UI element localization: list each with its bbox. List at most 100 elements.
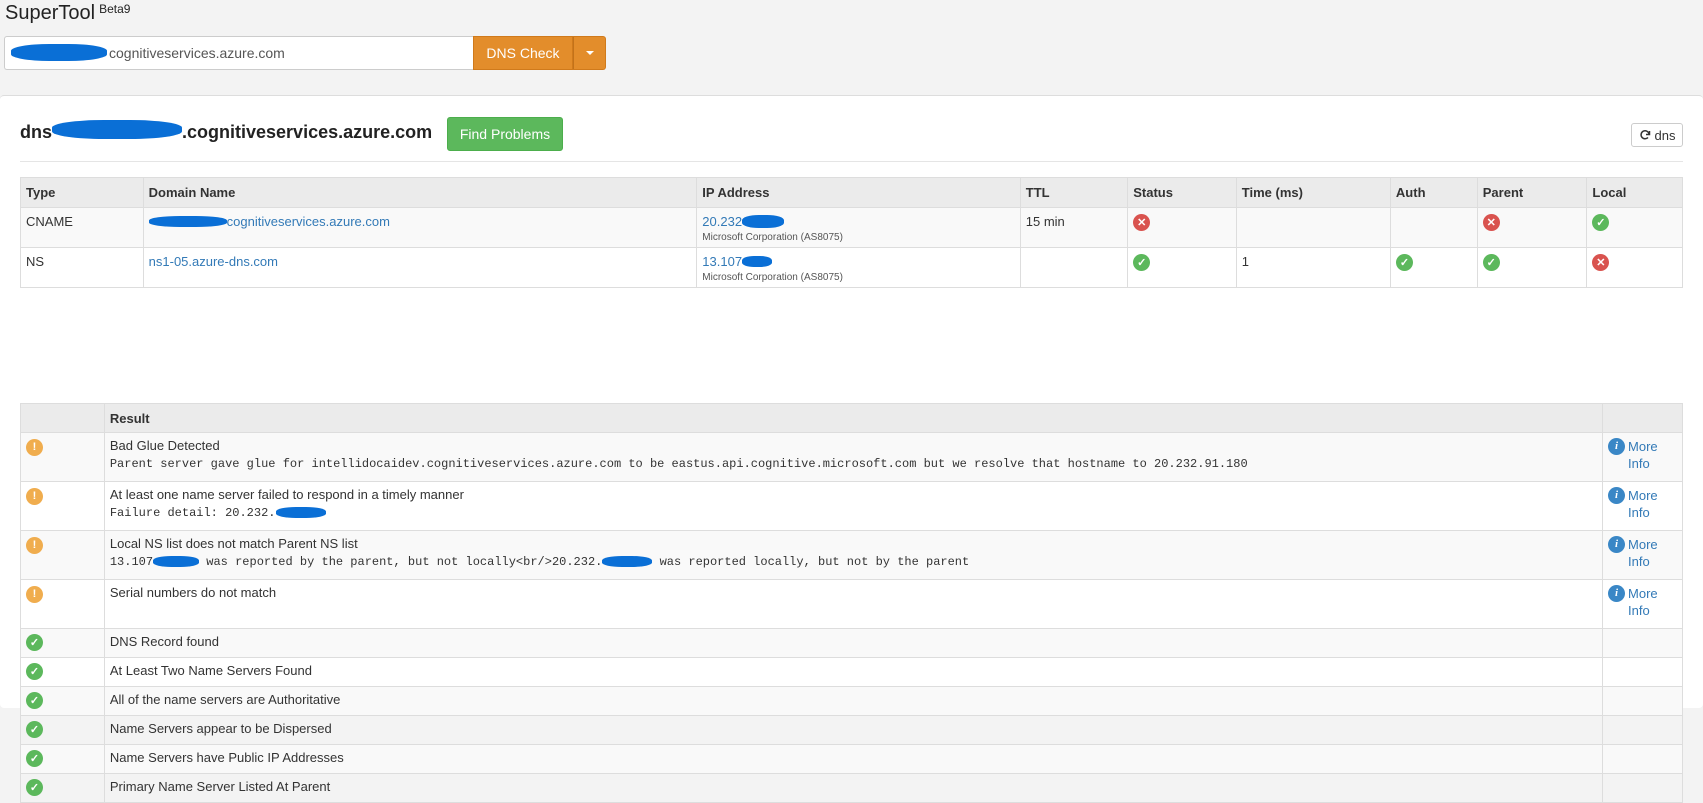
- result-status: ✓: [20, 744, 105, 774]
- result-title: Bad Glue Detected: [109, 438, 220, 453]
- result-status: ✓: [20, 657, 105, 687]
- result-detail-text: 13.107: [109, 555, 154, 569]
- redaction-mark: [602, 556, 653, 567]
- check-icon: ✓: [26, 663, 43, 680]
- dns-check-button[interactable]: DNS Check: [473, 36, 573, 70]
- column-header: Domain Name: [142, 177, 698, 208]
- redaction-mark: [153, 556, 200, 567]
- record-parent: ✓: [1476, 247, 1588, 288]
- record-domain: cognitiveservices.azure.com: [142, 207, 698, 248]
- result-title: Local NS list does not match Parent NS l…: [109, 536, 358, 551]
- refresh-dns-button[interactable]: dns: [1631, 123, 1683, 147]
- check-icon: ✓: [1395, 254, 1413, 271]
- result-detail: Parent server gave glue for intellidocai…: [109, 457, 1248, 471]
- check-icon: ✓: [26, 750, 43, 767]
- more-info-label: More Info: [1628, 586, 1658, 618]
- result-status: ✓: [20, 773, 105, 803]
- result-detail-text: was reported by the parent, but not loca…: [206, 555, 603, 569]
- record-ip-text: 20.232: [702, 214, 743, 229]
- record-domain-text: cognitiveservices.azure.com: [226, 214, 390, 229]
- result-cell: Serial numbers do not match: [103, 579, 1604, 629]
- redaction-mark: [275, 507, 326, 518]
- table-row: ✓ Name Servers appear to be Dispersed: [20, 715, 1683, 745]
- refresh-label: dns: [1654, 127, 1676, 143]
- top-bar: SuperTool Beta9 cognitiveservices.azure.c…: [0, 0, 1703, 86]
- panel-header: dns .cognitiveservices.azure.com Find Pro…: [20, 96, 1683, 162]
- error-icon: ✕: [1592, 254, 1610, 271]
- results-table: Result ! Bad Glue Detected Parent server…: [20, 403, 1683, 803]
- caret-down-icon: [585, 51, 594, 55]
- warning-icon: !: [26, 487, 43, 505]
- ip-owner: Microsoft Corporation (AS8075): [702, 272, 843, 283]
- column-header: Parent: [1476, 177, 1588, 208]
- error-icon: ✕: [1482, 214, 1500, 231]
- record-ip-link[interactable]: 13.107: [702, 254, 773, 269]
- info-icon: i: [1608, 585, 1626, 602]
- table-row: ✓ At Least Two Name Servers Found: [20, 657, 1683, 687]
- redaction-mark: [52, 120, 183, 139]
- table-row: ! Local NS list does not match Parent NS…: [20, 530, 1683, 580]
- more-info-cell: i More Info: [1602, 481, 1683, 531]
- more-info-cell: [1602, 628, 1683, 658]
- result-status: !: [20, 530, 105, 580]
- more-info-link[interactable]: i More Info: [1608, 585, 1677, 619]
- search-input[interactable]: cognitiveservices.azure.com: [4, 36, 473, 70]
- more-info-cell: [1602, 715, 1683, 745]
- more-info-cell: i More Info: [1602, 432, 1683, 482]
- record-type: NS: [20, 247, 144, 288]
- more-info-cell: i More Info: [1602, 530, 1683, 580]
- table-row: ✓ Primary Name Server Listed At Parent: [20, 773, 1683, 803]
- record-ttl: 15 min: [1019, 207, 1129, 248]
- dns-check-dropdown-button[interactable]: [573, 36, 606, 70]
- dns-records-table: Type Domain Name IP Address TTL Status T…: [20, 177, 1683, 288]
- warning-icon: !: [26, 585, 43, 603]
- result-status: ✓: [20, 686, 105, 716]
- result-title: Name Servers appear to be Dispersed: [103, 715, 1604, 745]
- info-icon: i: [1608, 438, 1626, 455]
- table-row: CNAME cognitiveservices.azure.com 20.232…: [20, 207, 1683, 248]
- record-status: ✓: [1127, 247, 1237, 288]
- record-ip-link[interactable]: 20.232: [702, 214, 785, 229]
- table-row: NS ns1-05.azure-dns.com 13.107 Microsoft…: [20, 247, 1683, 288]
- record-domain-link[interactable]: ns1-05.azure-dns.com: [149, 254, 278, 269]
- more-info-link[interactable]: i More Info: [1608, 438, 1677, 472]
- warning-icon: !: [26, 536, 43, 554]
- check-icon: ✓: [26, 721, 43, 738]
- column-header: Result: [103, 403, 1604, 433]
- check-icon: ✓: [1592, 214, 1610, 231]
- result-status: !: [20, 481, 105, 531]
- result-title: Serial numbers do not match: [109, 585, 277, 600]
- search-bar: cognitiveservices.azure.com DNS Check: [4, 36, 606, 70]
- record-time: 1: [1235, 247, 1391, 288]
- more-info-link[interactable]: i More Info: [1608, 536, 1677, 570]
- info-icon: i: [1608, 536, 1626, 553]
- info-column-header: [1602, 403, 1683, 433]
- results-panel: dns .cognitiveservices.azure.com Find Pro…: [0, 95, 1703, 803]
- more-info-label: More Info: [1628, 439, 1658, 471]
- redaction-mark: [742, 215, 785, 228]
- more-info-cell: [1602, 744, 1683, 774]
- status-column-header: [20, 403, 105, 433]
- record-domain-link[interactable]: cognitiveservices.azure.com: [148, 214, 390, 229]
- page-title: dns .cognitiveservices.azure.com: [20, 120, 432, 143]
- find-problems-button[interactable]: Find Problems: [447, 117, 563, 151]
- more-info-cell: [1602, 686, 1683, 716]
- record-auth: [1389, 207, 1478, 248]
- result-status: ✓: [20, 628, 105, 658]
- table-row: ✓ DNS Record found: [20, 628, 1683, 658]
- result-cell: Local NS list does not match Parent NS l…: [103, 530, 1604, 580]
- beta-badge: Beta9: [99, 2, 131, 16]
- ip-owner: Microsoft Corporation (AS8075): [702, 232, 843, 243]
- result-cell: At least one name server failed to respo…: [103, 481, 1604, 531]
- record-local: ✕: [1586, 247, 1683, 288]
- warning-icon: !: [26, 438, 43, 456]
- more-info-link[interactable]: i More Info: [1608, 487, 1677, 521]
- more-info-label: More Info: [1628, 488, 1658, 520]
- result-detail: 13.107 was reported by the parent, but n…: [110, 555, 1597, 569]
- info-icon: i: [1608, 487, 1626, 504]
- error-icon: ✕: [1133, 214, 1151, 231]
- check-icon: ✓: [1133, 254, 1151, 271]
- result-title: Name Servers have Public IP Addresses: [103, 744, 1604, 774]
- column-header: Time (ms): [1235, 177, 1391, 208]
- table-row: ! Bad Glue Detected Parent server gave g…: [20, 432, 1683, 482]
